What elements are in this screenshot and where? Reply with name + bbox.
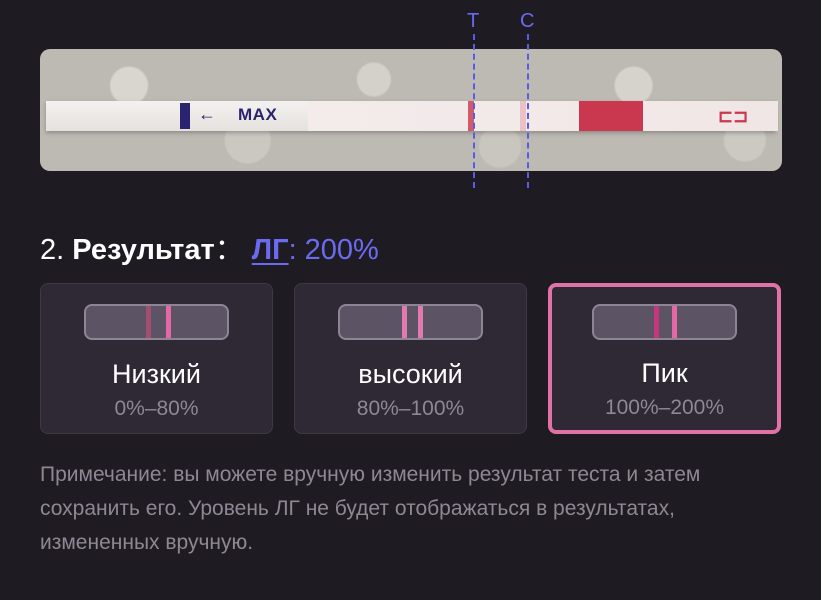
level-range: 80%–100%: [356, 397, 465, 420]
t-marker-line: [473, 34, 475, 188]
result-number: 2.: [40, 234, 65, 266]
level-label: Низкий: [112, 359, 201, 389]
strip-icon: [337, 304, 483, 340]
strip-icon-line: [145, 306, 151, 338]
c-marker-line: [527, 34, 529, 188]
strip-handle: [180, 103, 190, 129]
strip-icon-line: [417, 306, 423, 338]
level-card-peak[interactable]: Пик 100%–200%: [548, 283, 781, 434]
strip-arrow-icon: ←: [198, 104, 216, 124]
lh-value: : 200%: [288, 234, 379, 266]
strip-icon-line: [401, 306, 407, 338]
lh-link[interactable]: ЛГ: [252, 234, 289, 266]
strip-icon-line: [653, 306, 659, 338]
level-range: 0%–80%: [114, 397, 199, 420]
test-strip: ← MAX ⊏⊐: [46, 101, 778, 131]
manual-edit-note: Примечание: вы можете вручную изменить р…: [40, 463, 701, 554]
strip-icon: [591, 304, 737, 340]
c-marker-label: C: [520, 10, 535, 32]
strip-control-line: [520, 101, 526, 131]
level-label: Пик: [641, 358, 688, 388]
level-cards: Низкий 0%–80% высокий 80%–100% Пик 100%–…: [40, 283, 782, 435]
test-strip-photo: ← MAX ⊏⊐: [40, 49, 782, 171]
result-heading: 2. Результат： ЛГ: 200%: [40, 226, 379, 268]
result-colon: ：: [214, 234, 244, 266]
strip-max-text: MAX: [238, 105, 278, 124]
strip-icon-line: [671, 306, 677, 338]
t-marker-label: T: [467, 10, 480, 32]
result-title: Результат: [72, 234, 215, 266]
strip-icon: [83, 304, 229, 340]
strip-dye-window: [579, 101, 643, 131]
strip-icon-line: [165, 306, 171, 338]
level-card-high[interactable]: высокий 80%–100%: [294, 283, 527, 434]
level-card-low[interactable]: Низкий 0%–80%: [40, 283, 273, 434]
strip-test-pad: [308, 101, 778, 131]
level-label: высокий: [358, 359, 463, 389]
level-range: 100%–200%: [604, 396, 725, 419]
strip-end-mark: ⊏⊐: [718, 106, 749, 126]
